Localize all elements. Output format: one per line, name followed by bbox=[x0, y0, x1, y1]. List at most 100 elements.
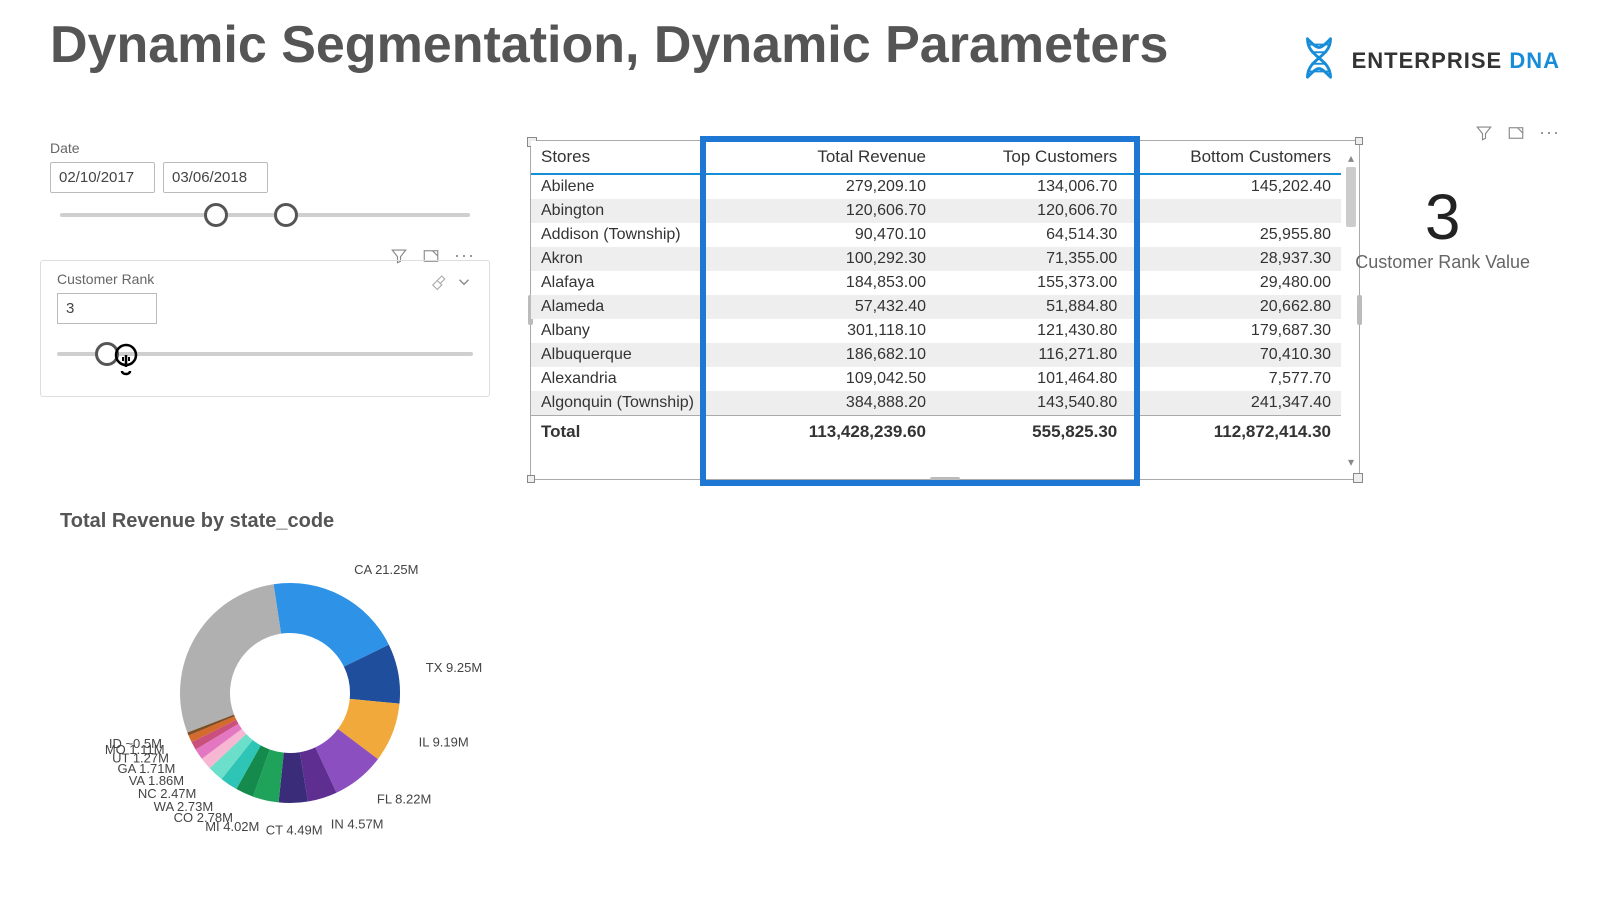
donut-label-WA: WA 2.73M bbox=[154, 799, 213, 814]
date-range-slider[interactable] bbox=[60, 213, 470, 217]
store-name-cell: Alafaya bbox=[531, 271, 745, 295]
value-cell: 184,853.00 bbox=[745, 271, 936, 295]
table-row[interactable]: Abington120,606.70120,606.70 bbox=[531, 199, 1341, 223]
rank-value-input[interactable] bbox=[57, 293, 157, 324]
value-cell: 279,209.10 bbox=[745, 174, 936, 199]
scroll-down-icon[interactable]: ▾ bbox=[1345, 455, 1357, 469]
rank-slider-handle[interactable] bbox=[95, 342, 119, 366]
dna-helix-icon bbox=[1296, 35, 1342, 86]
value-cell: 145,202.40 bbox=[1127, 174, 1341, 199]
value-cell: 28,937.30 bbox=[1127, 247, 1341, 271]
value-cell: 7,577.70 bbox=[1127, 367, 1341, 391]
value-cell: 155,373.00 bbox=[936, 271, 1127, 295]
donut-label-FL: FL 8.22M bbox=[377, 792, 431, 807]
value-cell: 120,606.70 bbox=[936, 199, 1127, 223]
clear-selection-icon[interactable] bbox=[429, 273, 447, 291]
value-cell: 109,042.50 bbox=[745, 367, 936, 391]
value-cell bbox=[1127, 199, 1341, 223]
focus-mode-icon[interactable] bbox=[1507, 124, 1525, 142]
card-label: Customer Rank Value bbox=[1355, 252, 1530, 273]
table-visual-header: ··· bbox=[1475, 122, 1560, 143]
table-row[interactable]: Akron100,292.3071,355.0028,937.30 bbox=[531, 247, 1341, 271]
value-cell: 90,470.10 bbox=[745, 223, 936, 247]
store-name-cell: Albuquerque bbox=[531, 343, 745, 367]
rank-label: Customer Rank bbox=[57, 271, 154, 287]
filter-icon[interactable] bbox=[1475, 124, 1493, 142]
date-to-input[interactable] bbox=[163, 162, 268, 193]
store-name-cell: Alameda bbox=[531, 295, 745, 319]
col-bottom-customers[interactable]: Bottom Customers bbox=[1127, 141, 1341, 174]
scroll-up-icon[interactable]: ▴ bbox=[1345, 151, 1357, 165]
donut-label-CA: CA 21.25M bbox=[354, 562, 418, 577]
value-cell: 57,432.40 bbox=[745, 295, 936, 319]
customer-rank-card: 3 Customer Rank Value bbox=[1355, 180, 1530, 273]
value-cell: 25,955.80 bbox=[1127, 223, 1341, 247]
date-label: Date bbox=[50, 140, 480, 156]
value-cell: 179,687.30 bbox=[1127, 319, 1341, 343]
customer-rank-slicer: Customer Rank bbox=[40, 260, 490, 397]
stores-table: Stores Total Revenue Top Customers Botto… bbox=[531, 141, 1341, 448]
donut-label-NC: NC 2.47M bbox=[138, 786, 197, 801]
value-cell: 29,480.00 bbox=[1127, 271, 1341, 295]
value-cell: 384,888.20 bbox=[745, 391, 936, 416]
donut-slice-other[interactable] bbox=[180, 584, 281, 732]
table-row[interactable]: Alafaya184,853.00155,373.0029,480.00 bbox=[531, 271, 1341, 295]
brand-accent: DNA bbox=[1509, 48, 1560, 73]
total-revenue-sum: 113,428,239.60 bbox=[745, 416, 936, 449]
stores-table-visual[interactable]: Stores Total Revenue Top Customers Botto… bbox=[530, 140, 1360, 480]
value-cell: 71,355.00 bbox=[936, 247, 1127, 271]
date-handle-to[interactable] bbox=[274, 203, 298, 227]
total-label: Total bbox=[531, 416, 745, 449]
chevron-down-icon[interactable] bbox=[455, 273, 473, 291]
value-cell: 100,292.30 bbox=[745, 247, 936, 271]
value-cell: 143,540.80 bbox=[936, 391, 1127, 416]
table-row[interactable]: Abilene279,209.10134,006.70145,202.40 bbox=[531, 174, 1341, 199]
store-name-cell: Abilene bbox=[531, 174, 745, 199]
store-name-cell: Alexandria bbox=[531, 367, 745, 391]
rank-slider[interactable] bbox=[57, 352, 473, 356]
donut-label-CT: CT 4.49M bbox=[266, 822, 323, 837]
value-cell: 241,347.40 bbox=[1127, 391, 1341, 416]
table-row[interactable]: Alexandria109,042.50101,464.807,577.70 bbox=[531, 367, 1341, 391]
col-total-revenue[interactable]: Total Revenue bbox=[745, 141, 936, 174]
more-options-icon[interactable]: ··· bbox=[1539, 122, 1560, 143]
value-cell: 121,430.80 bbox=[936, 319, 1127, 343]
date-slicer: Date bbox=[50, 140, 480, 217]
table-row[interactable]: Albuquerque186,682.10116,271.8070,410.30 bbox=[531, 343, 1341, 367]
col-top-customers[interactable]: Top Customers bbox=[936, 141, 1127, 174]
date-handle-from[interactable] bbox=[204, 203, 228, 227]
table-row[interactable]: Albany301,118.10121,430.80179,687.30 bbox=[531, 319, 1341, 343]
donut-label-ID: ID ~0.5M bbox=[109, 736, 162, 751]
donut-label-IN: IN 4.57M bbox=[331, 816, 384, 831]
donut-chart[interactable]: CA 21.25M TX 9.25M IL 9.19M FL 8.22M IN 4.57… bbox=[60, 543, 500, 843]
page-title: Dynamic Segmentation, Dynamic Parameters bbox=[50, 15, 1168, 75]
value-cell: 134,006.70 bbox=[936, 174, 1127, 199]
store-name-cell: Akron bbox=[531, 247, 745, 271]
col-stores[interactable]: Stores bbox=[531, 141, 745, 174]
donut-label-TX: TX 9.25M bbox=[426, 660, 482, 675]
value-cell: 120,606.70 bbox=[745, 199, 936, 223]
brand-logo: ENTERPRISE DNA bbox=[1296, 35, 1560, 86]
value-cell: 301,118.10 bbox=[745, 319, 936, 343]
table-row[interactable]: Alameda57,432.4051,884.8020,662.80 bbox=[531, 295, 1341, 319]
table-row[interactable]: Algonquin (Township)384,888.20143,540.80… bbox=[531, 391, 1341, 416]
date-from-input[interactable] bbox=[50, 162, 155, 193]
store-name-cell: Addison (Township) bbox=[531, 223, 745, 247]
donut-title: Total Revenue by state_code bbox=[60, 510, 510, 533]
value-cell: 51,884.80 bbox=[936, 295, 1127, 319]
brand-name: ENTERPRISE bbox=[1352, 48, 1503, 73]
top-customers-sum: 555,825.30 bbox=[936, 416, 1127, 449]
value-cell: 116,271.80 bbox=[936, 343, 1127, 367]
store-name-cell: Algonquin (Township) bbox=[531, 391, 745, 416]
store-name-cell: Abington bbox=[531, 199, 745, 223]
donut-label-IL: IL 9.19M bbox=[419, 734, 469, 749]
store-name-cell: Albany bbox=[531, 319, 745, 343]
card-value: 3 bbox=[1355, 180, 1530, 254]
table-row[interactable]: Addison (Township)90,470.1064,514.3025,9… bbox=[531, 223, 1341, 247]
revenue-by-state-donut: Total Revenue by state_code CA 21.25M TX … bbox=[60, 510, 510, 843]
value-cell: 186,682.10 bbox=[745, 343, 936, 367]
value-cell: 101,464.80 bbox=[936, 367, 1127, 391]
bottom-customers-sum: 112,872,414.30 bbox=[1127, 416, 1341, 449]
value-cell: 64,514.30 bbox=[936, 223, 1127, 247]
value-cell: 20,662.80 bbox=[1127, 295, 1341, 319]
